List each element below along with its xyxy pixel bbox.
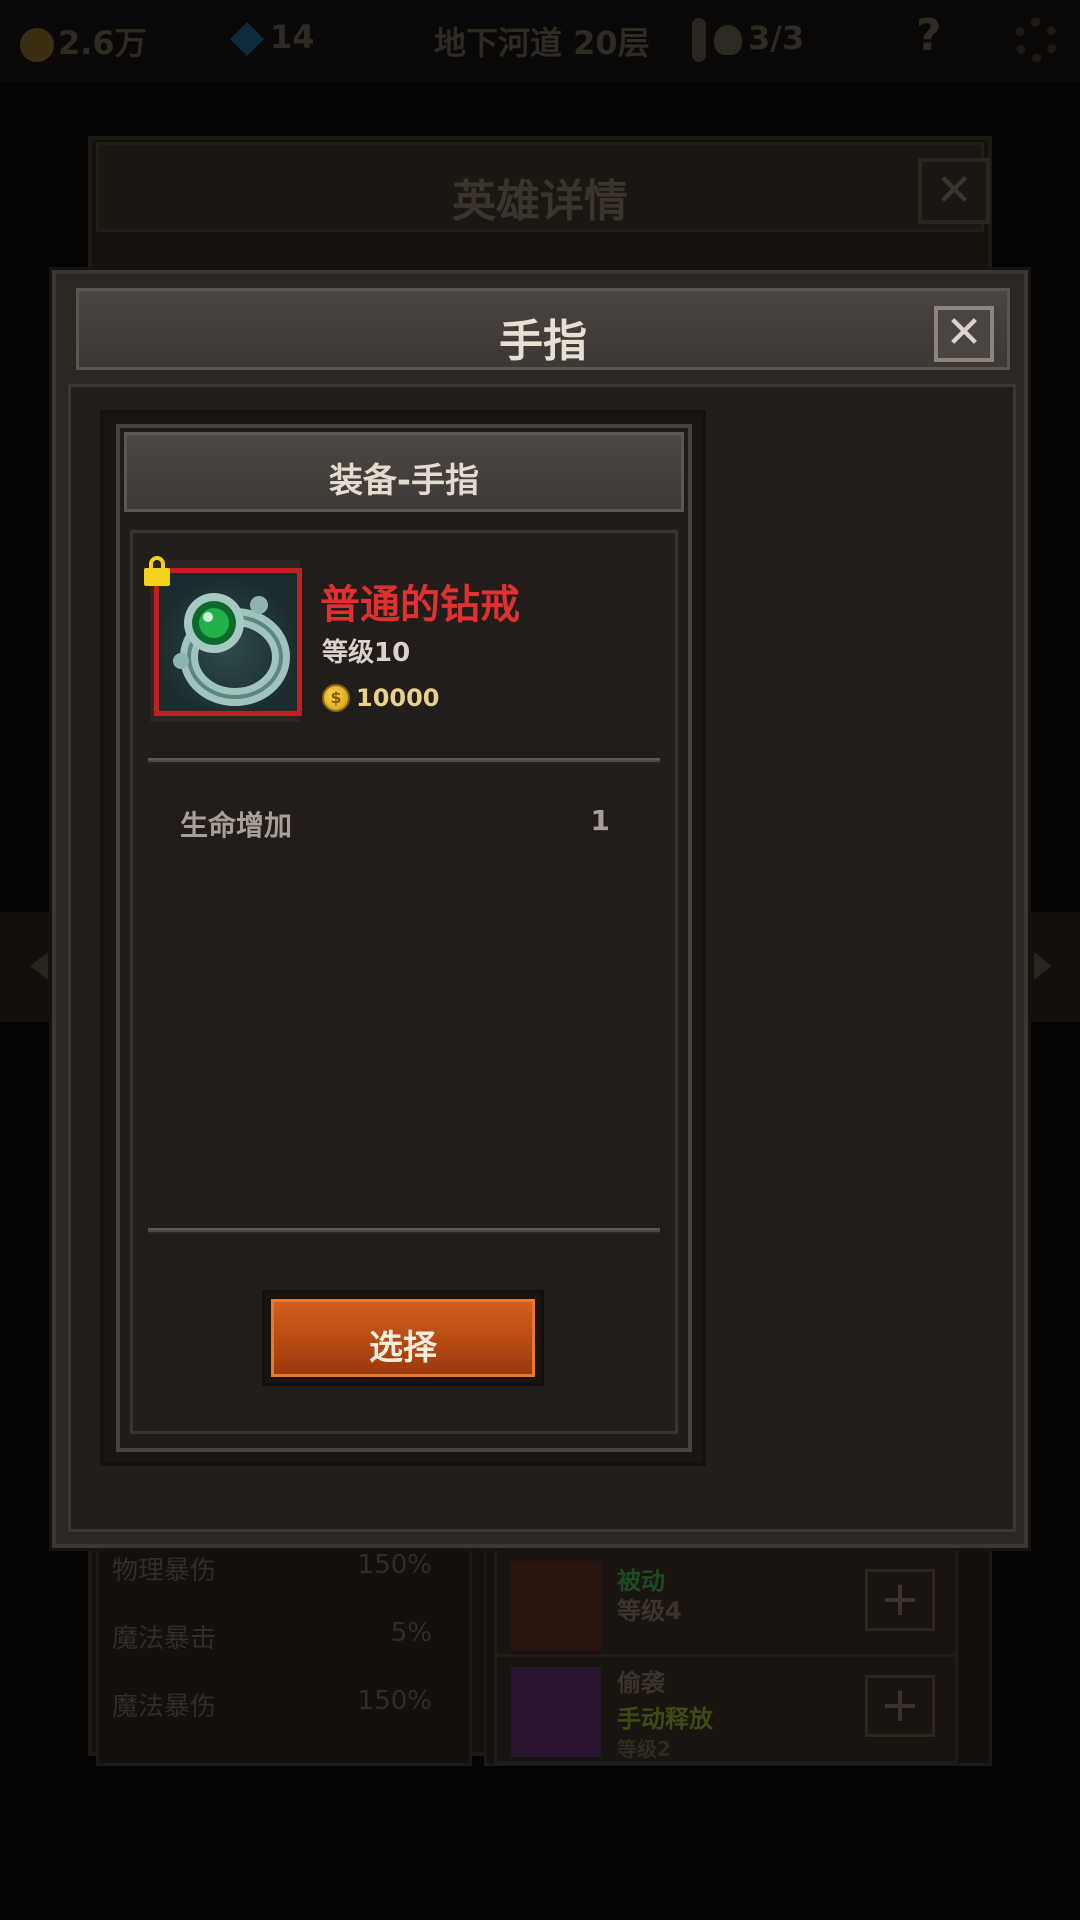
gem-counter: 14 — [230, 18, 315, 56]
stat-row: 魔法暴击 5% — [112, 1618, 432, 1654]
attribute-row: 生命增加 1 — [180, 804, 610, 844]
skill-icon — [511, 1561, 601, 1651]
divider — [148, 758, 660, 764]
item-name: 普通的钻戒 — [320, 582, 520, 628]
hero-details-title: 英雄详情 — [452, 176, 628, 227]
divider — [148, 1228, 660, 1234]
skill-card[interactable]: 被动 等级4 + — [494, 1548, 958, 1658]
stat-row: 物理暴伤 150% — [112, 1550, 432, 1586]
gem-icon — [230, 22, 264, 56]
ring-icon[interactable] — [154, 568, 302, 716]
coin-icon — [20, 28, 54, 62]
add-skill-button[interactable]: + — [865, 1569, 935, 1631]
lock-icon — [144, 556, 170, 586]
location-label: 地下河道 20层 — [434, 24, 650, 62]
top-resource-bar: 2.6万 14 地下河道 20层 3/3 ? — [0, 0, 1080, 82]
skill-icon — [511, 1667, 601, 1757]
item-level: 等级10 — [322, 638, 411, 668]
hero-details-header: 英雄详情 — [96, 142, 984, 232]
add-skill-button[interactable]: + — [865, 1675, 935, 1737]
skill-card[interactable]: 偷袭 手动释放 等级2 + — [494, 1654, 958, 1764]
skull-icon — [714, 25, 742, 55]
key-counter: 3/3 — [692, 18, 804, 62]
stat-row: 魔法暴伤 150% — [112, 1686, 432, 1722]
select-button-label: 选择 — [369, 1328, 437, 1368]
gold-counter: 2.6万 — [20, 18, 147, 64]
attribute-value: 1 — [590, 804, 610, 837]
help-button[interactable]: ? — [916, 10, 942, 61]
key-icon — [692, 18, 706, 62]
coin-icon: $ — [322, 684, 350, 712]
dialog-header: 手指 — [76, 288, 1010, 370]
attribute-label: 生命增加 — [180, 809, 293, 842]
dialog-close-button[interactable]: ✕ — [934, 306, 994, 362]
dialog-title: 手指 — [499, 316, 587, 367]
item-price: 10000 — [356, 684, 440, 712]
equip-title: 装备-手指 — [328, 461, 480, 501]
hero-details-close-button[interactable]: ✕ — [918, 158, 990, 224]
ring-graphic — [173, 593, 290, 706]
select-button[interactable]: 选择 — [262, 1290, 544, 1386]
gear-icon[interactable] — [1014, 18, 1058, 62]
equip-header: 装备-手指 — [124, 432, 684, 512]
